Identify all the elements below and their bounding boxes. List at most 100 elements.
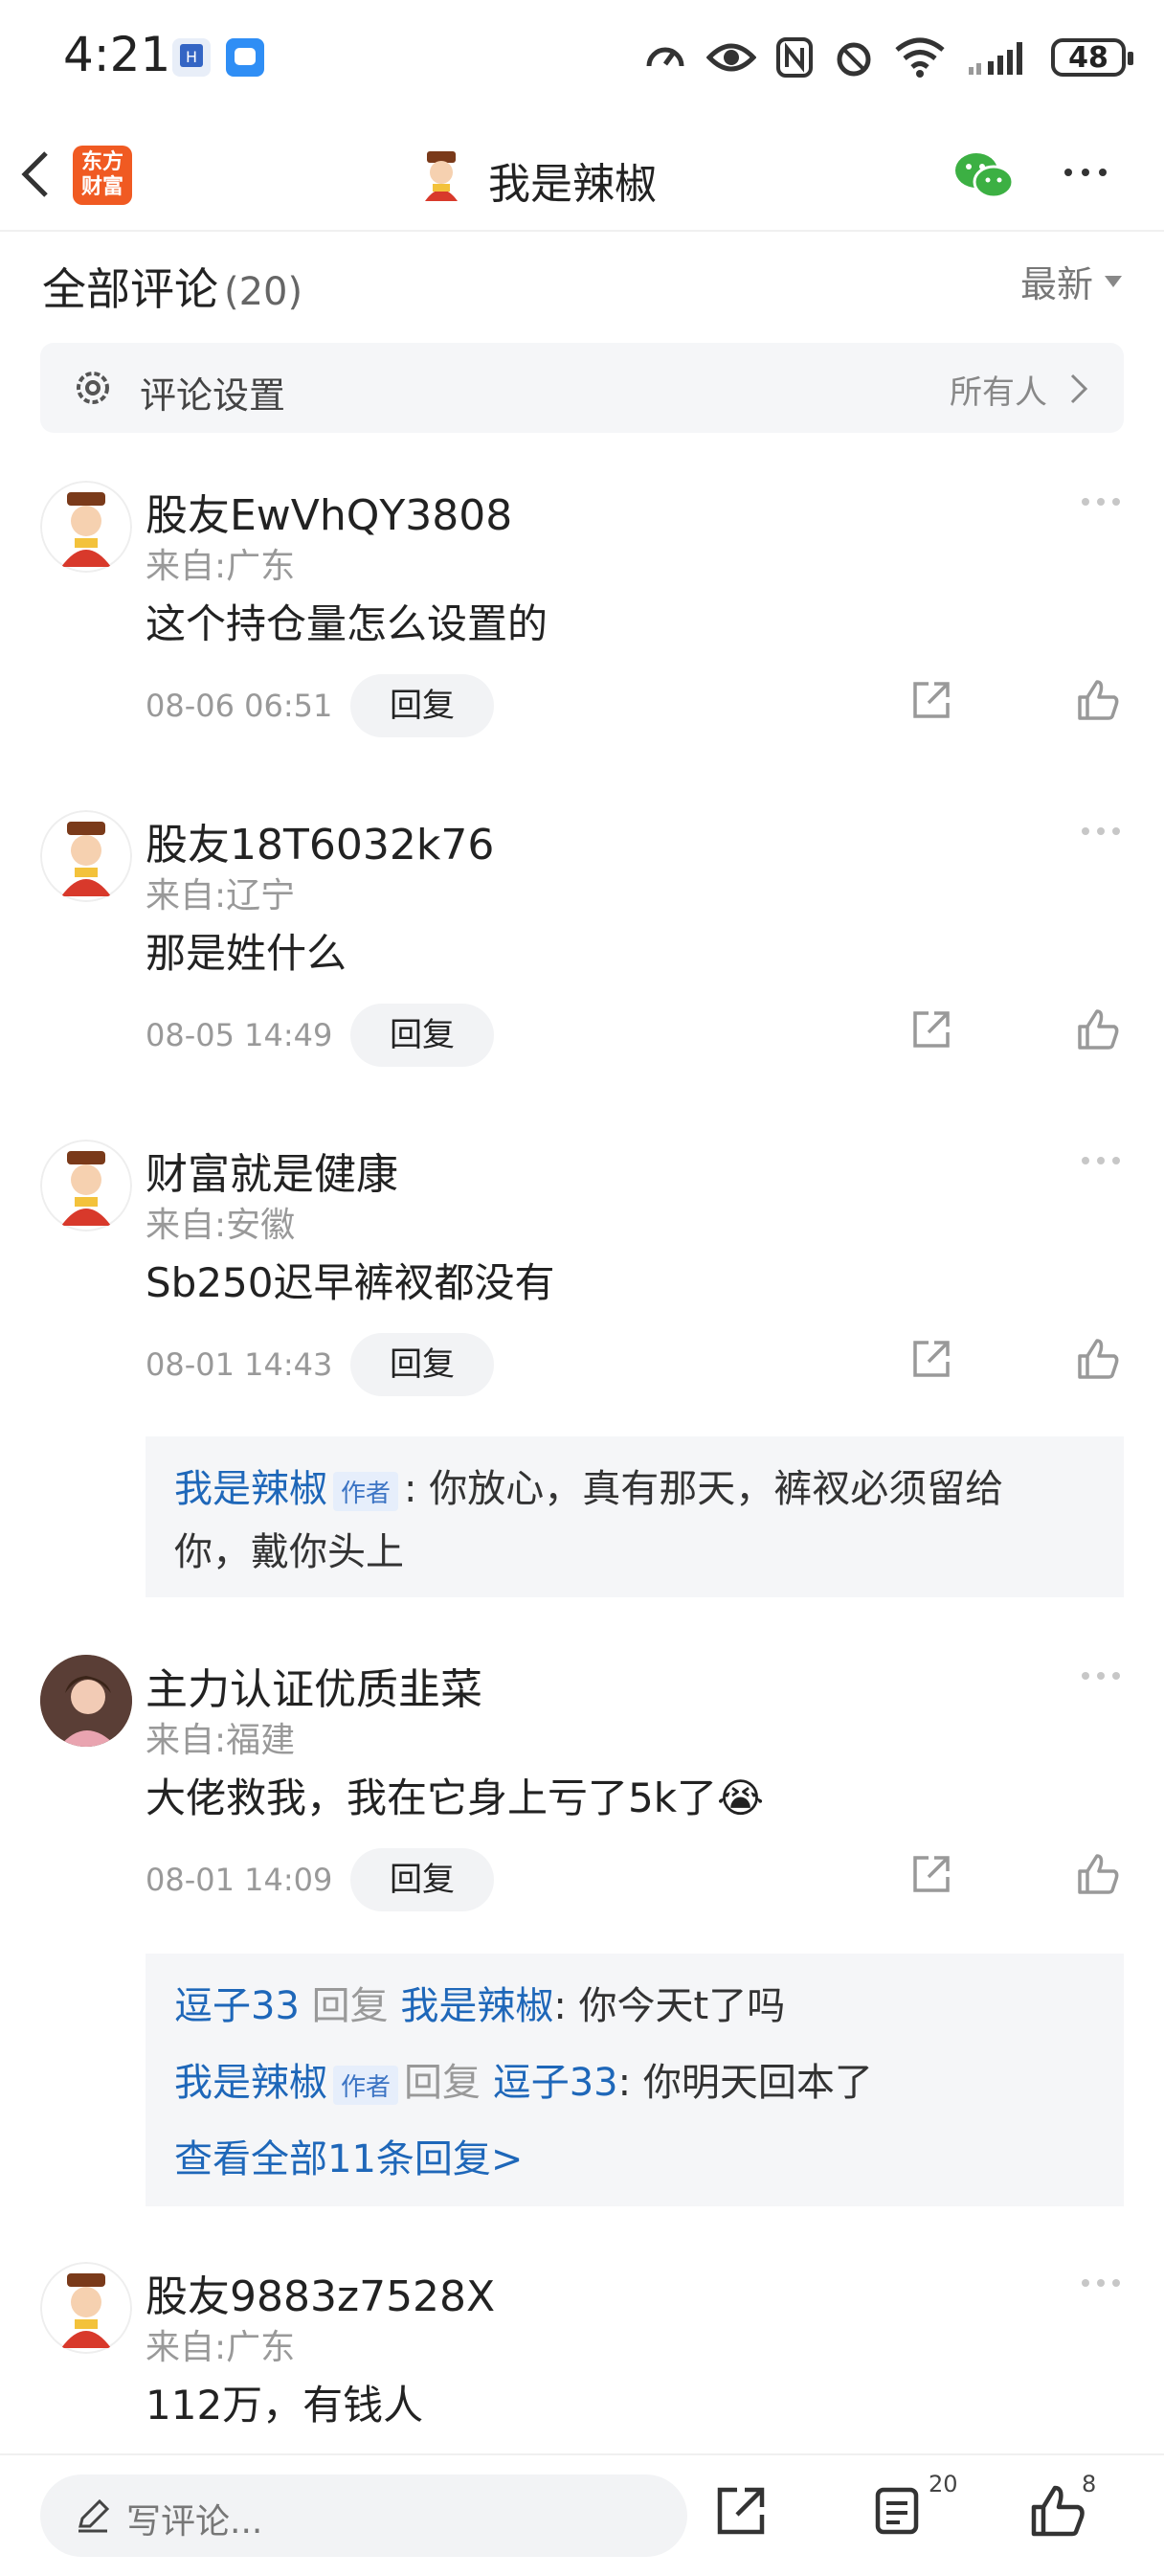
reply-username[interactable]: 我是辣椒 (174, 1467, 327, 1511)
like-count-badge: 8 (1082, 2471, 1097, 2497)
comment-item: 主力认证优质韭菜 来自:福建 大佬救我，我在它身上亏了5k了😭 08-01 14… (0, 1655, 1164, 2210)
comment-content: 那是姓什么 (146, 930, 347, 977)
reply-username[interactable]: 我是辣椒 (174, 2061, 327, 2105)
like-button[interactable] (1030, 2484, 1086, 2542)
comment-location: 来自:广东 (146, 2328, 296, 2367)
comment-item: 财富就是健康 来自:安徽 Sb250迟早裤衩都没有 08-01 14:43 回复… (0, 1140, 1164, 1599)
comment-content: 大佬救我，我在它身上亏了5k了😭 (146, 1766, 764, 1824)
sort-label: 最新 (1019, 263, 1093, 305)
wifi-icon (895, 37, 945, 78)
comment-more-button[interactable] (1082, 498, 1120, 506)
share-button[interactable] (714, 2484, 768, 2542)
speedometer-icon (646, 47, 684, 67)
comment-item: 股友18T6032k76 来自:辽宁 那是姓什么 08-05 14:49 回复 (0, 810, 1164, 1078)
comment-time: 08-01 14:43 (146, 1346, 333, 1383)
more-options-button[interactable] (1064, 169, 1107, 176)
view-all-replies-link[interactable]: 查看全部11条回复> (174, 2128, 523, 2183)
comment-settings-bar[interactable]: 评论设置 所有人 (40, 343, 1124, 433)
avatar[interactable] (40, 1140, 132, 1232)
comment-item: 股友9883z7528X 来自:广东 112万，有钱人 (0, 2262, 1164, 2453)
share-icon[interactable] (909, 1337, 953, 1385)
comment-location: 来自:安徽 (146, 1206, 296, 1245)
app-logo[interactable]: 东方 财富 (73, 146, 132, 205)
reply-username[interactable]: 逗子33 (174, 1984, 300, 2028)
comment-username[interactable]: 股友9883z7528X (146, 2262, 495, 2323)
alarm-icon (837, 42, 871, 77)
reply-box: 逗子33 回复 我是辣椒: 你今天t了吗 我是辣椒 作者 回复 逗子33: 你明天回… (146, 1954, 1124, 2206)
comment-location: 来自:福建 (146, 1721, 296, 1760)
crying-emoji: 😭 (717, 1774, 765, 1821)
status-icons: 48 (643, 29, 1133, 86)
share-icon[interactable] (909, 1007, 953, 1055)
chevron-right-icon (1068, 372, 1089, 410)
reply-target[interactable]: 我是辣椒 (400, 1984, 553, 2028)
svg-text:H: H (186, 48, 197, 66)
eye-icon (706, 43, 756, 72)
write-comment-input[interactable]: 写评论... (40, 2474, 687, 2557)
share-icon (717, 2487, 765, 2535)
avatar[interactable] (40, 481, 132, 573)
chevron-left-icon (21, 151, 48, 197)
dot-icon (1064, 169, 1072, 176)
logo-line1: 东方 (80, 150, 123, 174)
share-icon[interactable] (909, 678, 953, 726)
caishen-avatar-icon (413, 147, 470, 204)
status-bar: 4:21 H 48 (0, 0, 1164, 115)
author-tag: 作者 (333, 1471, 399, 1511)
reply-button[interactable]: 回复 (350, 1333, 494, 1396)
comment-more-button[interactable] (1082, 2279, 1120, 2287)
reply-line: 我是辣椒 作者 回复 逗子33: 你明天回本了 (174, 2051, 873, 2107)
reply-target[interactable]: 逗子33 (493, 2061, 618, 2105)
reply-button[interactable]: 回复 (350, 1848, 494, 1911)
comment-username[interactable]: 财富就是健康 (146, 1140, 398, 1201)
like-icon[interactable] (1076, 678, 1120, 726)
girl-avatar-icon (40, 1655, 132, 1747)
wechat-share-button[interactable] (953, 149, 1015, 207)
comment-username[interactable]: 股友EwVhQY3808 (146, 481, 512, 542)
like-icon[interactable] (1076, 1007, 1120, 1055)
comment-count-badge: 20 (929, 2471, 958, 2497)
comment-username[interactable]: 主力认证优质韭菜 (146, 1655, 482, 1716)
avatar[interactable] (40, 2262, 132, 2354)
status-app-icon-1: H (172, 38, 211, 77)
avatar[interactable] (40, 1655, 132, 1747)
bottom-bar: 写评论... 20 8 (0, 2453, 1164, 2576)
thumbs-up-icon (1031, 2485, 1085, 2537)
comment-more-button[interactable] (1082, 1157, 1120, 1164)
back-button[interactable] (15, 146, 73, 209)
author-avatar[interactable] (412, 146, 471, 209)
reply-button[interactable]: 回复 (350, 674, 494, 737)
comments-title-label: 全部评论 (42, 263, 218, 315)
caishen-avatar-icon (40, 2262, 132, 2354)
comment-input-placeholder: 写评论... (126, 2502, 263, 2542)
share-icon[interactable] (909, 1852, 953, 1900)
status-app-icon-2 (226, 38, 264, 77)
like-icon[interactable] (1076, 1852, 1120, 1900)
reply-text: : 你放心，真有那天，裤衩必须留给 (404, 1467, 1004, 1511)
comment-more-button[interactable] (1082, 827, 1120, 835)
sort-dropdown[interactable]: 最新 (1020, 255, 1122, 307)
battery-indicator: 48 (1051, 38, 1133, 77)
dot-icon (1099, 169, 1107, 176)
comment-time: 08-01 14:09 (146, 1862, 333, 1898)
logo-line2: 财富 (80, 175, 123, 199)
author-tag: 作者 (333, 2065, 399, 2105)
nfc-icon (776, 37, 813, 78)
avatar[interactable] (40, 810, 132, 902)
comment-content: 112万，有钱人 (146, 2382, 424, 2429)
caishen-avatar-icon (40, 810, 132, 902)
comment-time: 08-06 06:51 (146, 688, 333, 724)
caishen-avatar-icon (40, 1140, 132, 1232)
caishen-avatar-icon (40, 481, 132, 573)
gear-icon (71, 366, 115, 414)
reply-line-continued: 你，戴你头上 (174, 1530, 404, 1574)
reply-button[interactable]: 回复 (350, 1004, 494, 1067)
comment-more-button[interactable] (1082, 1672, 1120, 1680)
like-icon[interactable] (1076, 1337, 1120, 1385)
status-time: 4:21 (63, 27, 171, 82)
signal-icon (969, 42, 1022, 75)
comments-button[interactable] (873, 2484, 925, 2542)
comment-username[interactable]: 股友18T6032k76 (146, 810, 494, 871)
comment-content: 这个持仓量怎么设置的 (146, 600, 548, 647)
caret-down-icon (1105, 275, 1122, 287)
